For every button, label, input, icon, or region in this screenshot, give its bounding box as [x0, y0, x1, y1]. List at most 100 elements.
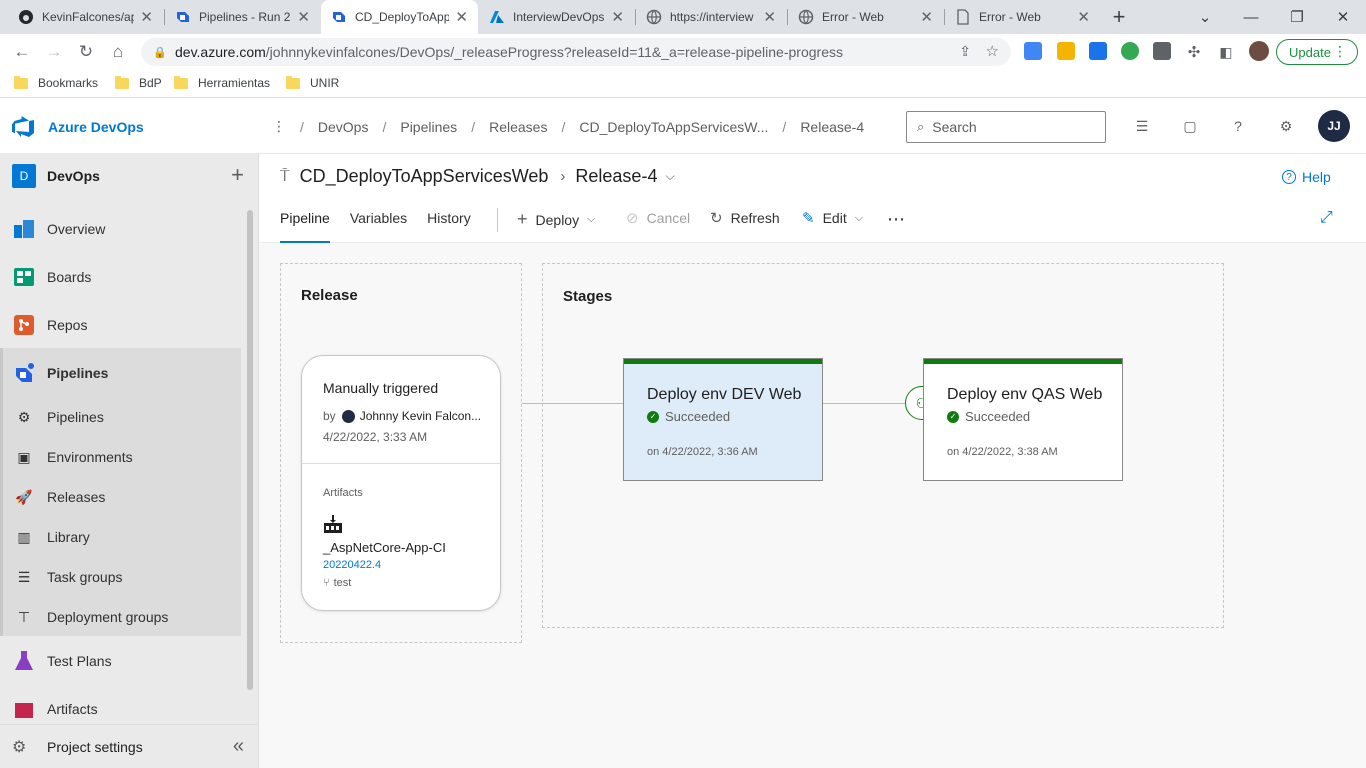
browser-tab[interactable]: Error - Web ✕	[788, 0, 943, 34]
sidebar-item-overview[interactable]: Overview	[0, 209, 244, 249]
search-input[interactable]: ⌕ Search	[906, 111, 1106, 143]
sidebar-scrollbar[interactable]	[247, 210, 253, 690]
browser-tab[interactable]: Error - Web ✕	[945, 0, 1100, 34]
minimize-icon[interactable]: —	[1228, 0, 1274, 34]
puzzle-icon[interactable]: ✣	[1182, 40, 1206, 64]
new-tab-button[interactable]: +	[1096, 0, 1142, 34]
release-date: 4/22/2022, 3:33 AM	[323, 430, 428, 444]
list-icon[interactable]: ☰	[1132, 116, 1152, 136]
tab-title: CD_DeployToApp	[355, 10, 450, 24]
close-icon[interactable]: ✕	[763, 8, 776, 26]
browser-tab[interactable]: InterviewDevOps ✕	[479, 0, 634, 34]
refresh-button[interactable]: ↻ Refresh	[710, 209, 780, 227]
browser-tab-active[interactable]: CD_DeployToApp ✕	[321, 0, 478, 34]
browser-tab[interactable]: Pipelines - Run 2( ✕	[165, 0, 320, 34]
restore-icon[interactable]: ❐	[1274, 0, 1320, 34]
chevron-down-icon[interactable]: ⌵	[665, 169, 674, 184]
shopping-bag-icon[interactable]: ▢	[1180, 116, 1200, 136]
release-name[interactable]: Release-4	[575, 166, 657, 187]
project-selector[interactable]: D DevOps +	[12, 164, 252, 188]
bookmark-item[interactable]: BdP	[115, 75, 162, 90]
home-icon[interactable]: ⌂	[106, 40, 130, 64]
sidebar-item-pipelines-sub[interactable]: ⚙ Pipelines	[0, 397, 244, 437]
close-icon[interactable]: ✕	[140, 8, 153, 26]
sidebar-item-repos[interactable]: Repos	[0, 305, 244, 345]
close-icon[interactable]: ✕	[455, 8, 468, 26]
chrome-extension-icon[interactable]	[1121, 42, 1139, 60]
stage-date: on 4/22/2022, 3:36 AM	[647, 446, 758, 458]
tab-title: InterviewDevOps	[513, 10, 605, 24]
profile-avatar[interactable]	[1249, 41, 1269, 61]
avatar[interactable]: JJ	[1318, 110, 1350, 142]
sidebar-item-test-plans[interactable]: Test Plans	[0, 641, 244, 681]
stage-card-dev[interactable]: Deploy env DEV Web ✓ Succeeded on 4/22/2…	[623, 358, 823, 481]
close-icon[interactable]: ✕	[611, 8, 624, 26]
sidebar-item-artifacts[interactable]: Artifacts	[0, 689, 244, 729]
add-icon[interactable]: +	[231, 164, 244, 186]
browser-tab[interactable]: KevinFalcones/ap ✕	[8, 0, 163, 34]
back-icon[interactable]: ←	[10, 40, 34, 64]
extension-icon[interactable]	[1089, 42, 1107, 60]
tab-search-icon[interactable]: ⌄	[1182, 0, 1228, 34]
bookmark-item[interactable]: UNIR	[286, 75, 339, 90]
update-button[interactable]: Update ⋮	[1276, 39, 1358, 65]
cancel-button[interactable]: ⊘ Cancel	[626, 209, 690, 227]
breadcrumb: ⋮ / DevOps / Pipelines / Releases / CD_D…	[272, 118, 864, 135]
lock-icon: 🔒	[153, 46, 167, 59]
edit-button[interactable]: ✎ Edit ⌵	[802, 209, 863, 227]
collapse-sidebar-icon[interactable]: «	[233, 735, 244, 758]
bookmark-star-icon[interactable]: ☆	[986, 42, 999, 60]
avatar	[341, 409, 355, 423]
browser-tab[interactable]: https://interview ✕	[636, 0, 786, 34]
translate-extension-icon[interactable]	[1024, 42, 1042, 60]
sidebar-item-pipelines[interactable]: Pipelines	[0, 353, 244, 393]
close-window-icon[interactable]: ✕	[1320, 0, 1366, 34]
side-panel-icon[interactable]: ◧	[1214, 40, 1238, 64]
deploy-button[interactable]: + Deploy ⌵	[517, 209, 595, 230]
tab-history[interactable]: History	[427, 204, 471, 243]
close-icon[interactable]: ✕	[920, 8, 933, 26]
breadcrumb-item[interactable]: Releases	[489, 119, 547, 135]
share-icon[interactable]: ⇪	[959, 43, 971, 60]
breadcrumb-item[interactable]: Pipelines	[400, 119, 457, 135]
expand-icon[interactable]: ⤢	[1320, 209, 1333, 227]
artifact-name[interactable]: _AspNetCore-App-CI	[323, 540, 446, 555]
keep-extension-icon[interactable]	[1057, 42, 1075, 60]
bookmark-item[interactable]: Herramientas	[174, 75, 270, 90]
reload-icon[interactable]: ↻	[74, 40, 98, 64]
close-icon[interactable]: ✕	[297, 8, 310, 26]
project-settings[interactable]: ⚙ Project settings «	[0, 724, 258, 768]
extension-icon[interactable]	[1153, 42, 1171, 60]
stage-card-qas[interactable]: Deploy env QAS Web ✓ Succeeded on 4/22/2…	[923, 358, 1123, 481]
breadcrumb-item[interactable]: CD_DeployToAppServicesW...	[579, 119, 768, 135]
stage-status-bar	[624, 359, 822, 364]
forward-icon[interactable]: →	[42, 40, 66, 64]
artifacts-icon	[12, 697, 36, 721]
more-icon[interactable]: ⋮	[272, 118, 286, 135]
breadcrumb-item[interactable]: Release-4	[800, 119, 864, 135]
artifact-version-link[interactable]: 20220422.4	[323, 559, 381, 571]
sidebar-item-releases[interactable]: 🚀 Releases	[0, 477, 244, 517]
sidebar-item-boards[interactable]: Boards	[0, 257, 244, 297]
release-card[interactable]: Manually triggered by Johnny Kevin Falco…	[301, 355, 501, 611]
tab-variables[interactable]: Variables	[350, 204, 407, 243]
sidebar-item-deployment-groups[interactable]: ⊤ Deployment groups	[0, 597, 244, 637]
pipeline-name[interactable]: CD_DeployToAppServicesWeb	[300, 166, 549, 187]
github-icon	[18, 9, 34, 25]
plus-icon: +	[517, 209, 528, 229]
sidebar-item-environments[interactable]: ▣ Environments	[0, 437, 244, 477]
close-icon[interactable]: ✕	[1077, 8, 1090, 26]
help-link[interactable]: ? Help	[1282, 169, 1331, 185]
breadcrumb-item[interactable]: DevOps	[318, 119, 369, 135]
help-icon[interactable]: ?	[1228, 116, 1248, 136]
breadcrumb-separator: /	[300, 118, 304, 135]
more-actions-icon[interactable]: ⋯	[887, 209, 905, 230]
browser-toolbar: ← → ↻ ⌂ 🔒 dev.azure.com/johnnykevinfalco…	[0, 34, 1366, 70]
tab-pipeline[interactable]: Pipeline	[280, 204, 330, 243]
user-settings-icon[interactable]: ⚙	[1276, 116, 1296, 136]
address-bar[interactable]: 🔒 dev.azure.com/johnnykevinfalcones/DevO…	[141, 38, 1011, 66]
sidebar-item-task-groups[interactable]: ☰ Task groups	[0, 557, 244, 597]
sidebar-item-library[interactable]: ▥ Library	[0, 517, 244, 557]
bookmark-item[interactable]: Bookmarks	[14, 75, 98, 90]
azure-devops-logo[interactable]: Azure DevOps	[12, 116, 144, 138]
